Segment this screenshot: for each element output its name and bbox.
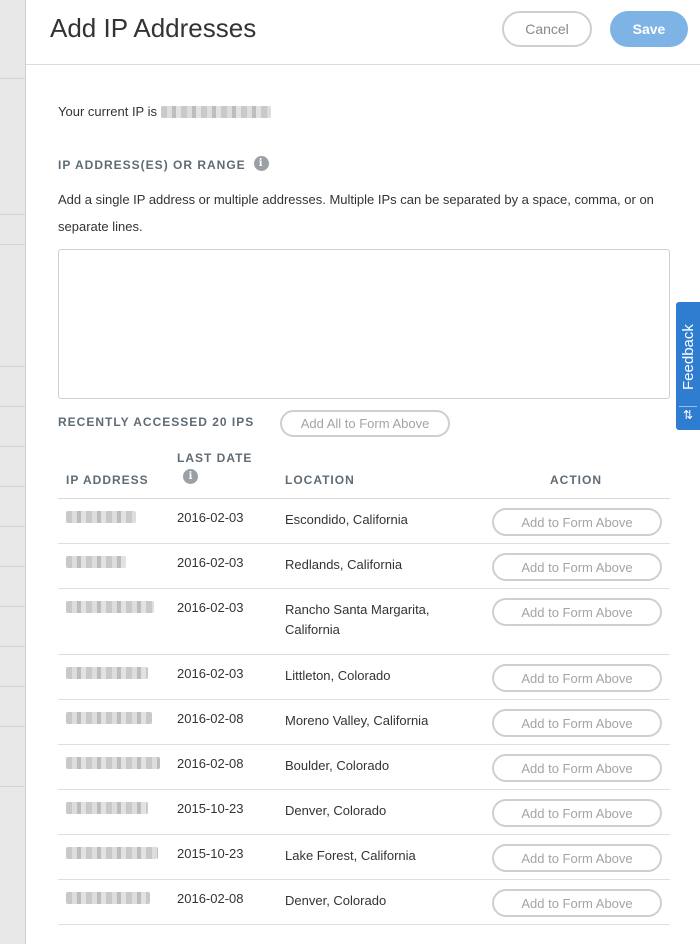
feedback-tab[interactable]: Feedback ⇅ bbox=[676, 302, 700, 430]
add-to-form-button[interactable]: Add to Form Above bbox=[492, 799, 662, 827]
ip-redacted bbox=[66, 802, 148, 814]
table-row: 2016-02-08 Denver, Colorado Add to Form … bbox=[58, 880, 670, 925]
background-page bbox=[0, 0, 26, 944]
ip-redacted bbox=[66, 601, 154, 613]
current-ip-redacted bbox=[161, 105, 271, 118]
row-date: 2016-02-03 bbox=[177, 600, 244, 615]
add-ip-modal: Add IP Addresses Cancel Save Your curren… bbox=[26, 0, 700, 944]
table-row: 2015-10-23 Denver, Colorado Add to Form … bbox=[58, 790, 670, 835]
ip-redacted bbox=[66, 511, 136, 523]
modal-title: Add IP Addresses bbox=[50, 13, 257, 43]
column-header-action: ACTION bbox=[550, 473, 602, 487]
row-date: 2016-02-08 bbox=[177, 891, 244, 906]
feedback-label: Feedback bbox=[680, 324, 697, 390]
column-header-ip: IP ADDRESS bbox=[66, 473, 149, 487]
row-location: Denver, Colorado bbox=[285, 803, 387, 818]
row-location: Denver, Colorado bbox=[285, 893, 387, 908]
table-row: 2016-02-03 Redlands, California Add to F… bbox=[58, 544, 670, 589]
add-all-button[interactable]: Add All to Form Above bbox=[280, 410, 450, 437]
add-to-form-button[interactable]: Add to Form Above bbox=[492, 553, 662, 581]
recent-ips-label: RECENTLY ACCESSED 20 IPS bbox=[58, 415, 255, 429]
sort-arrows-icon: ⇅ bbox=[679, 406, 697, 422]
ip-section-description: Add a single IP address or multiple addr… bbox=[58, 192, 654, 234]
add-to-form-button[interactable]: Add to Form Above bbox=[492, 709, 662, 737]
ip-redacted bbox=[66, 667, 148, 679]
row-location: Escondido, California bbox=[285, 512, 408, 527]
table-row: 2016-02-03 Rancho Santa Margarita, Calif… bbox=[58, 589, 670, 655]
ip-redacted bbox=[66, 847, 158, 859]
ip-redacted bbox=[66, 757, 160, 769]
table-row: 2016-02-03 Escondido, California Add to … bbox=[58, 499, 670, 544]
current-ip-line: Your current IP is bbox=[58, 104, 271, 119]
column-header-location: LOCATION bbox=[285, 473, 355, 487]
ip-redacted bbox=[66, 892, 150, 904]
add-to-form-button[interactable]: Add to Form Above bbox=[492, 664, 662, 692]
table-row: 2016-02-08 Moreno Valley, California Add… bbox=[58, 700, 670, 745]
row-date: 2015-10-23 bbox=[177, 846, 244, 861]
row-location: Lake Forest, California bbox=[285, 848, 416, 863]
ip-section-label: IP ADDRESS(ES) OR RANGE i bbox=[58, 155, 269, 172]
add-to-form-button[interactable]: Add to Form Above bbox=[492, 754, 662, 782]
add-to-form-button[interactable]: Add to Form Above bbox=[492, 598, 662, 626]
row-location: Rancho Santa Margarita, California bbox=[285, 602, 430, 637]
ip-addresses-textarea[interactable] bbox=[58, 249, 670, 399]
info-icon[interactable]: i bbox=[253, 155, 269, 171]
ip-section-label-text: IP ADDRESS(ES) OR RANGE bbox=[58, 158, 246, 172]
row-location: Boulder, Colorado bbox=[285, 758, 390, 773]
ip-redacted bbox=[66, 712, 152, 724]
ip-redacted bbox=[66, 556, 126, 568]
add-to-form-button[interactable]: Add to Form Above bbox=[492, 889, 662, 917]
row-location: Redlands, California bbox=[285, 557, 403, 572]
row-location: Moreno Valley, California bbox=[285, 713, 429, 728]
table-header: IP ADDRESS LAST DATE i LOCATION ACTION bbox=[58, 448, 670, 499]
info-icon[interactable]: i bbox=[183, 469, 198, 484]
recent-ips-table: 2016-02-03 Escondido, California Add to … bbox=[58, 499, 670, 925]
column-header-date: LAST DATE bbox=[177, 451, 253, 465]
table-row: 2016-02-03 Littleton, Colorado Add to Fo… bbox=[58, 655, 670, 700]
row-date: 2016-02-08 bbox=[177, 711, 244, 726]
row-date: 2016-02-08 bbox=[177, 756, 244, 771]
table-row: 2016-02-08 Boulder, Colorado Add to Form… bbox=[58, 745, 670, 790]
row-location: Littleton, Colorado bbox=[285, 668, 391, 683]
add-to-form-button[interactable]: Add to Form Above bbox=[492, 508, 662, 536]
cancel-button[interactable]: Cancel bbox=[502, 11, 592, 47]
row-date: 2016-02-03 bbox=[177, 666, 244, 681]
add-to-form-button[interactable]: Add to Form Above bbox=[492, 844, 662, 872]
row-date: 2016-02-03 bbox=[177, 510, 244, 525]
row-date: 2016-02-03 bbox=[177, 555, 244, 570]
current-ip-label: Your current IP is bbox=[58, 104, 157, 119]
table-row: 2015-10-23 Lake Forest, California Add t… bbox=[58, 835, 670, 880]
modal-header: Add IP Addresses Cancel Save bbox=[26, 0, 700, 65]
row-date: 2015-10-23 bbox=[177, 801, 244, 816]
save-button[interactable]: Save bbox=[610, 11, 688, 47]
